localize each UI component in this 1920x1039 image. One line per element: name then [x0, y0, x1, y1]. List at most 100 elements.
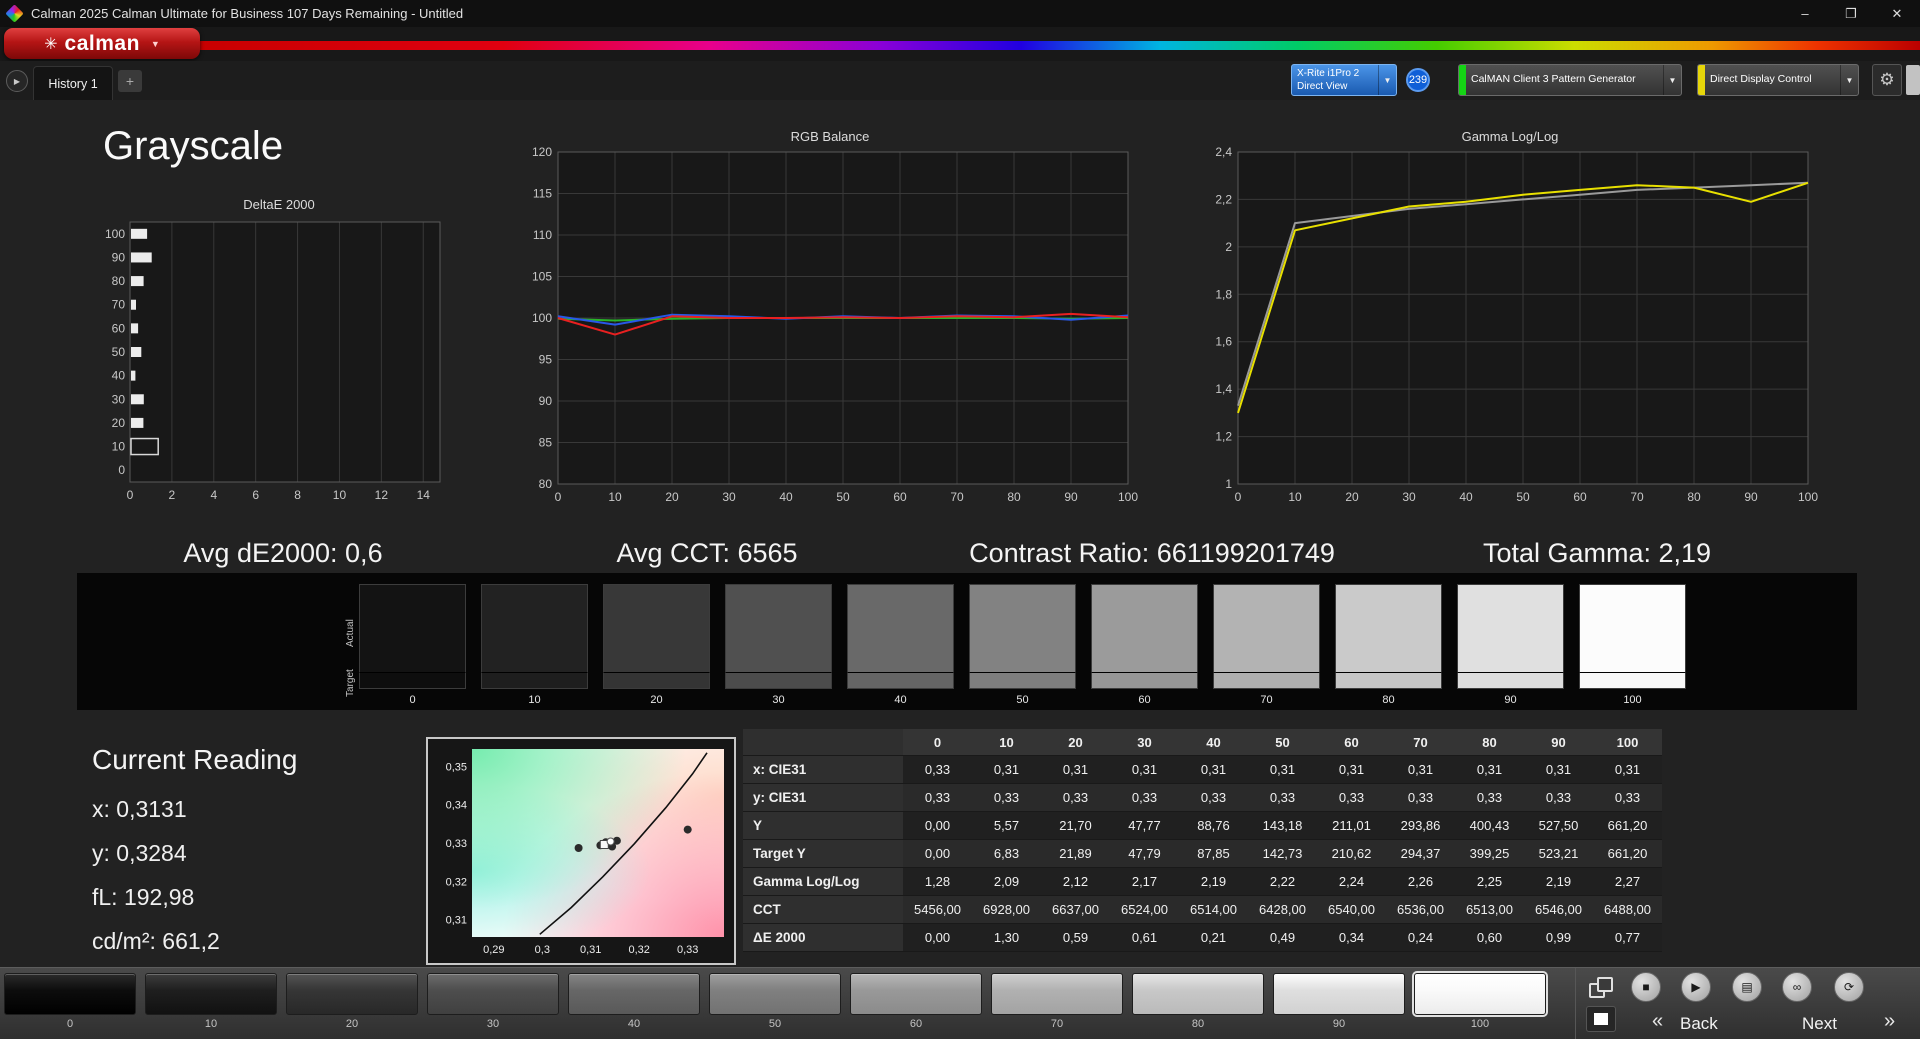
svg-text:1,6: 1,6 — [1215, 335, 1232, 349]
page-title: Grayscale — [103, 124, 284, 168]
swatch-target-patch — [1091, 672, 1198, 689]
pattern-button-50[interactable] — [709, 973, 841, 1015]
svg-text:0,32: 0,32 — [446, 876, 467, 888]
logo-dropdown-chevron-icon[interactable]: ▼ — [151, 39, 160, 49]
table-cell: 6928,00 — [972, 895, 1041, 924]
close-button[interactable]: ✕ — [1874, 0, 1920, 27]
table-cell: 2,24 — [1317, 867, 1386, 896]
swatch-target-patch — [847, 672, 954, 689]
calman-logo-menu-button[interactable]: ✳ calman ▼ — [4, 28, 200, 59]
table-row: CCT 5456,00 6928,00 6637,00 6524,00 6514,00 64… — [743, 895, 1662, 924]
pattern-button-60[interactable] — [850, 973, 982, 1015]
play-button[interactable]: ▶ — [1681, 972, 1711, 1002]
svg-text:105: 105 — [532, 270, 552, 284]
pattern-button-10[interactable] — [145, 973, 277, 1015]
tab-history-1[interactable]: History 1 — [33, 66, 113, 101]
tab-scroll-button[interactable]: ▶ — [6, 70, 28, 92]
table-cell: 0,24 — [1386, 923, 1455, 952]
table-cell: 0,34 — [1317, 923, 1386, 952]
swatch-actual-patch — [847, 584, 954, 672]
link-button[interactable]: ∞ — [1782, 972, 1812, 1002]
pattern-button-30[interactable] — [427, 973, 559, 1015]
tab-bar-edge-button[interactable] — [1906, 65, 1920, 95]
table-cell: 400,43 — [1455, 811, 1524, 840]
meter-device-button[interactable]: X-Rite i1Pro 2 Direct View ▼ — [1291, 64, 1397, 96]
display-control-device-button[interactable]: Direct Display Control ▼ — [1697, 64, 1859, 96]
table-cell: 0,31 — [1386, 755, 1455, 784]
back-button[interactable]: Back — [1680, 1014, 1718, 1034]
table-cell: 2,25 — [1455, 867, 1524, 896]
add-tab-button[interactable]: + — [118, 70, 142, 92]
next-button[interactable]: Next — [1802, 1014, 1837, 1034]
rgb-balance-chart: RGB Balance 80 85 90 95 100 105 110 115 120 0 10 20… — [520, 128, 1140, 510]
pattern-window-button[interactable] — [1586, 1006, 1616, 1032]
pattern-button-90[interactable] — [1273, 973, 1405, 1015]
pattern-slot-100: 100 — [1412, 971, 1548, 1030]
table-cell: 294,37 — [1386, 839, 1455, 868]
swatch-target-patch — [1457, 672, 1564, 689]
maximize-button[interactable]: ❐ — [1828, 0, 1874, 27]
svg-text:20: 20 — [112, 416, 126, 430]
minimize-button[interactable]: – — [1782, 0, 1828, 27]
stop-button[interactable]: ■ — [1631, 972, 1661, 1002]
pattern-button-0[interactable] — [4, 973, 136, 1015]
back-chevron-icon[interactable]: « — [1652, 1010, 1663, 1033]
swatch-target-patch — [725, 672, 832, 689]
swatch-level-label: 40 — [894, 694, 907, 706]
chevron-down-icon[interactable]: ▼ — [1378, 65, 1396, 95]
svg-text:100: 100 — [1118, 490, 1138, 504]
next-chevron-icon[interactable]: » — [1884, 1010, 1895, 1033]
svg-text:14: 14 — [417, 488, 431, 502]
svg-text:80: 80 — [539, 477, 553, 491]
layers-button[interactable] — [1586, 974, 1616, 1000]
table-cell: 211,01 — [1317, 811, 1386, 840]
svg-text:30: 30 — [112, 392, 126, 406]
chevron-down-icon[interactable]: ▼ — [1663, 65, 1681, 95]
svg-text:0,35: 0,35 — [446, 761, 467, 773]
pattern-button-20[interactable] — [286, 973, 418, 1015]
refresh-button[interactable]: ⟳ — [1834, 972, 1864, 1002]
table-cell: 21,70 — [1041, 811, 1110, 840]
pattern-button-40[interactable] — [568, 973, 700, 1015]
meter-line1: X-Rite i1Pro 2 — [1297, 68, 1360, 79]
settings-gear-button[interactable]: ⚙ — [1872, 64, 1902, 96]
swatch-target-patch — [603, 672, 710, 689]
title-bar: Calman 2025 Calman Ultimate for Business… — [0, 0, 1920, 27]
svg-text:2: 2 — [1225, 240, 1232, 254]
svg-text:2: 2 — [169, 488, 176, 502]
svg-text:0,33: 0,33 — [677, 944, 698, 956]
table-cell: 0,31 — [1317, 755, 1386, 784]
pattern-slot-60: 60 — [850, 973, 982, 1030]
table-cell: 527,50 — [1524, 811, 1593, 840]
table-cell: 0,33 — [972, 783, 1041, 812]
svg-text:95: 95 — [539, 353, 553, 367]
pattern-button-70[interactable] — [991, 973, 1123, 1015]
display-control-label: Direct Display Control — [1710, 73, 1812, 86]
rgb-balance-chart-title: RGB Balance — [790, 129, 870, 144]
table-cell: 6428,00 — [1248, 895, 1317, 924]
pattern-generator-device-button[interactable]: CalMAN Client 3 Pattern Generator ▼ — [1458, 64, 1682, 96]
svg-text:0,31: 0,31 — [580, 944, 601, 956]
table-row-label: ΔE 2000 — [743, 923, 903, 952]
chevron-down-icon[interactable]: ▼ — [1840, 65, 1858, 95]
svg-text:60: 60 — [893, 490, 907, 504]
svg-text:0: 0 — [118, 463, 125, 477]
pattern-button-label: 20 — [345, 1018, 359, 1030]
pattern-button-80[interactable] — [1132, 973, 1264, 1015]
svg-text:50: 50 — [836, 490, 850, 504]
svg-text:90: 90 — [112, 250, 126, 264]
svg-text:120: 120 — [532, 146, 552, 159]
svg-text:0,34: 0,34 — [446, 800, 467, 812]
svg-text:90: 90 — [1064, 490, 1078, 504]
grayscale-page: Grayscale DeltaE 2000 0 2 4 6 8 10 12 14 0 10 20 30… — [0, 100, 1920, 967]
pattern-button-100[interactable] — [1412, 971, 1548, 1017]
table-cell: 6536,00 — [1386, 895, 1455, 924]
swatch-actual-patch — [725, 584, 832, 672]
table-cell: 0,00 — [903, 923, 972, 952]
pattern-toolbar: 0 10 20 30 40 50 60 70 80 90 100 ■ ▶ ▤ ∞ ⟳ « Back … — [0, 967, 1920, 1039]
save-button[interactable]: ▤ — [1732, 972, 1762, 1002]
swatch-target-patch — [1335, 672, 1442, 689]
table-cell: 87,85 — [1179, 839, 1248, 868]
table-column-header: 80 — [1455, 729, 1524, 756]
pattern-slot-30: 30 — [427, 973, 559, 1030]
